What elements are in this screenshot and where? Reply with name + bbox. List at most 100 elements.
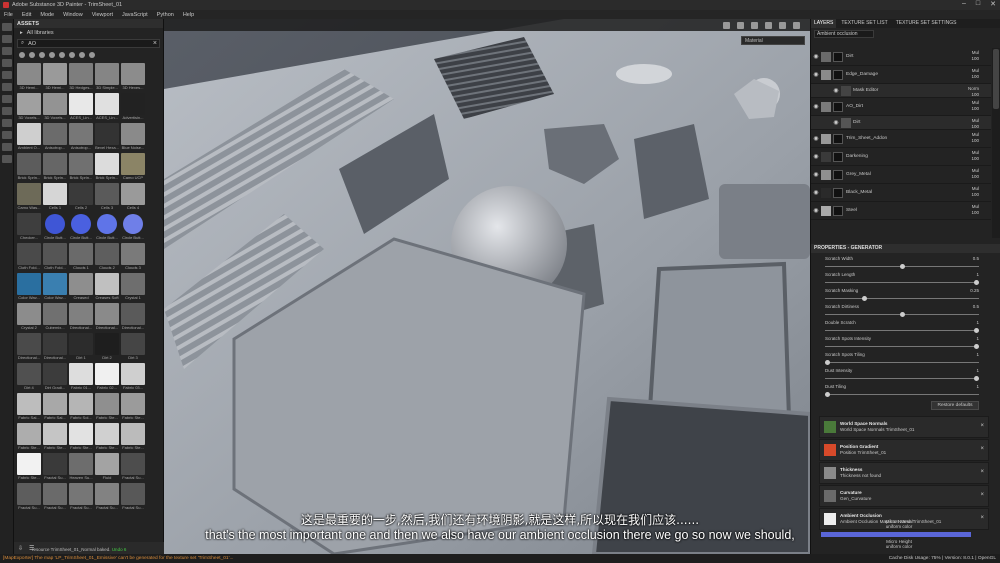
material-picker-icon[interactable] xyxy=(2,95,12,103)
layer-opacity[interactable]: 100 xyxy=(971,74,979,80)
assets-search[interactable]: ⌕ AO × xyxy=(17,39,160,48)
asset-thumbnail[interactable]: ACES_Lin... xyxy=(69,93,93,121)
viewport-3d[interactable]: Material xyxy=(164,19,810,554)
menu-file[interactable]: File xyxy=(4,12,13,18)
asset-thumbnail[interactable]: Directional... xyxy=(17,333,41,361)
clone-icon[interactable] xyxy=(2,83,12,91)
paint-brush-icon[interactable] xyxy=(2,23,12,31)
asset-thumbnail[interactable]: Camo UCP xyxy=(121,153,145,181)
layer-mask-thumbnail[interactable] xyxy=(833,133,843,144)
map-slot[interactable]: Thickness Thickness not found × xyxy=(819,462,989,484)
map-slot[interactable]: World Space Normals World Space Normals T… xyxy=(819,416,989,438)
slider-track[interactable] xyxy=(825,378,979,379)
layer-row[interactable]: ◉ Edge_Damage Mul 100 xyxy=(811,66,991,84)
asset-thumbnail[interactable]: Cells 1 xyxy=(43,183,67,211)
tab-texture-set-list[interactable]: TEXTURE SET LIST xyxy=(838,19,890,28)
layer-opacity[interactable]: 100 xyxy=(971,56,979,62)
menu-help[interactable]: Help xyxy=(183,12,194,18)
asset-thumbnail[interactable]: Fractal Su... xyxy=(69,483,93,511)
asset-thumbnail[interactable]: Brick Sprin... xyxy=(95,153,119,181)
visibility-eye-icon[interactable]: ◉ xyxy=(831,87,841,94)
menu-viewport[interactable]: Viewport xyxy=(92,12,113,18)
asset-thumbnail[interactable]: Brick Sprin... xyxy=(43,153,67,181)
asset-thumbnail[interactable]: Fluid xyxy=(95,453,119,481)
render-icon[interactable] xyxy=(737,21,744,29)
visibility-eye-icon[interactable]: ◉ xyxy=(811,171,821,178)
asset-thumbnail[interactable]: 3D Hedges... xyxy=(69,63,93,91)
layer-blend[interactable]: Mul 100 xyxy=(971,68,979,80)
asset-thumbnail[interactable]: Fractal Su... xyxy=(95,483,119,511)
asset-thumbnail[interactable]: 3D Voxels... xyxy=(17,93,41,121)
asset-thumbnail[interactable]: Fractal Su... xyxy=(43,453,67,481)
parameter-value[interactable]: 0.5 xyxy=(973,255,979,263)
asset-thumbnail[interactable]: Heaven Su... xyxy=(69,453,93,481)
layer-opacity[interactable]: 100 xyxy=(971,210,979,216)
screenshot-icon[interactable] xyxy=(751,21,758,29)
layer-opacity[interactable]: 100 xyxy=(971,106,979,112)
restore-defaults-button[interactable]: Restore defaults xyxy=(931,401,979,410)
asset-thumbnail[interactable]: Dirt Gradi... xyxy=(43,363,67,391)
layers-panel-icon[interactable] xyxy=(2,131,12,139)
asset-thumbnail[interactable]: Color Wav... xyxy=(17,273,41,301)
asset-thumbnail[interactable]: Ambient O... xyxy=(17,123,41,151)
layer-opacity[interactable]: 100 xyxy=(971,192,979,198)
asset-thumbnail[interactable]: Crystal 2 xyxy=(17,303,41,331)
trim-sheet-render[interactable] xyxy=(164,19,810,554)
parameter-value[interactable]: 1 xyxy=(976,383,979,391)
menu-window[interactable]: Window xyxy=(63,12,83,18)
tab-texture-set-settings[interactable]: TEXTURE SET SETTINGS xyxy=(893,19,960,28)
asset-thumbnail[interactable]: Fabric Ste... xyxy=(69,423,93,451)
menu-python[interactable]: Python xyxy=(157,12,174,18)
parameter-value[interactable]: 1 xyxy=(976,271,979,279)
layer-row[interactable]: ◉ Trim_Sheet_Addon Mul 100 xyxy=(811,130,991,148)
visibility-eye-icon[interactable]: ◉ xyxy=(811,135,821,142)
slider-handle[interactable] xyxy=(974,376,979,381)
layer-mask-thumbnail[interactable] xyxy=(833,51,843,62)
asset-thumbnail[interactable]: Fabric Ste... xyxy=(95,423,119,451)
viewport-material-select[interactable]: Material xyxy=(741,36,805,45)
layer-row[interactable]: ◉ Grey_Metal Mul 100 xyxy=(811,166,991,184)
layer-row[interactable]: ◉ Steel Mul 100 xyxy=(811,202,991,220)
asset-thumbnail[interactable]: Clouds 1 xyxy=(69,243,93,271)
parameter-value[interactable]: 1 xyxy=(976,319,979,327)
layer-row[interactable]: ◉ Mask Editor Norm 100 xyxy=(811,84,991,98)
status-error[interactable]: [MapExporter] The map 'LP_TrimSheet_01_E… xyxy=(3,556,234,561)
parameter-value[interactable]: 1 xyxy=(976,335,979,343)
asset-thumbnail[interactable]: Circle Butt... xyxy=(121,213,145,241)
asset-thumbnail[interactable]: Dirt 4 xyxy=(17,363,41,391)
asset-thumbnail[interactable]: ACES_Lin... xyxy=(95,93,119,121)
asset-thumbnail[interactable]: Clouds 2 xyxy=(95,243,119,271)
asset-thumbnail[interactable]: Cubemix... xyxy=(43,303,67,331)
layer-mask-thumbnail[interactable] xyxy=(833,69,843,80)
layer-blend[interactable]: Mul 100 xyxy=(971,118,979,130)
channel-select[interactable]: Ambient occlusion xyxy=(814,29,874,38)
shelf-icon[interactable] xyxy=(2,143,12,151)
filter-brushes-icon[interactable] xyxy=(49,51,55,58)
parameter-value[interactable]: 1 xyxy=(976,367,979,375)
asset-thumbnail[interactable]: Fabric Sal... xyxy=(17,393,41,421)
asset-thumbnail[interactable]: Fabric Ste... xyxy=(121,393,145,421)
layer-mask-thumbnail[interactable] xyxy=(833,169,843,180)
layer-row[interactable]: ◉ AO_Dirt Mul 100 xyxy=(811,98,991,116)
layer-blend[interactable]: Mul 100 xyxy=(971,186,979,198)
asset-thumbnail[interactable]: Fabric Ste... xyxy=(95,393,119,421)
layer-opacity[interactable]: 100 xyxy=(971,174,979,180)
asset-thumbnail[interactable]: Cells 4 xyxy=(121,183,145,211)
filter-materials-icon[interactable] xyxy=(19,51,25,58)
asset-thumbnail[interactable]: Fabric Ste... xyxy=(17,423,41,451)
layer-row[interactable]: ◉ Dirt Mul 100 xyxy=(811,116,991,130)
asset-thumbnail[interactable]: Cloth Fold... xyxy=(17,243,41,271)
library-selector[interactable]: ▸ All libraries xyxy=(14,28,163,37)
display-settings-icon[interactable] xyxy=(2,155,12,163)
asset-thumbnail[interactable]: Dirt 3 xyxy=(121,333,145,361)
remove-map-icon[interactable]: × xyxy=(980,423,984,429)
slider-handle[interactable] xyxy=(974,280,979,285)
slider-handle[interactable] xyxy=(825,360,830,365)
slider-handle[interactable] xyxy=(825,392,830,397)
visibility-eye-icon[interactable]: ◉ xyxy=(811,153,821,160)
asset-thumbnail[interactable]: Dirt 2 xyxy=(95,333,119,361)
slider-track[interactable] xyxy=(825,330,979,331)
asset-thumbnail[interactable]: Fractal Su... xyxy=(121,453,145,481)
visibility-eye-icon[interactable]: ◉ xyxy=(811,53,821,60)
layer-opacity[interactable]: 100 xyxy=(971,138,979,144)
